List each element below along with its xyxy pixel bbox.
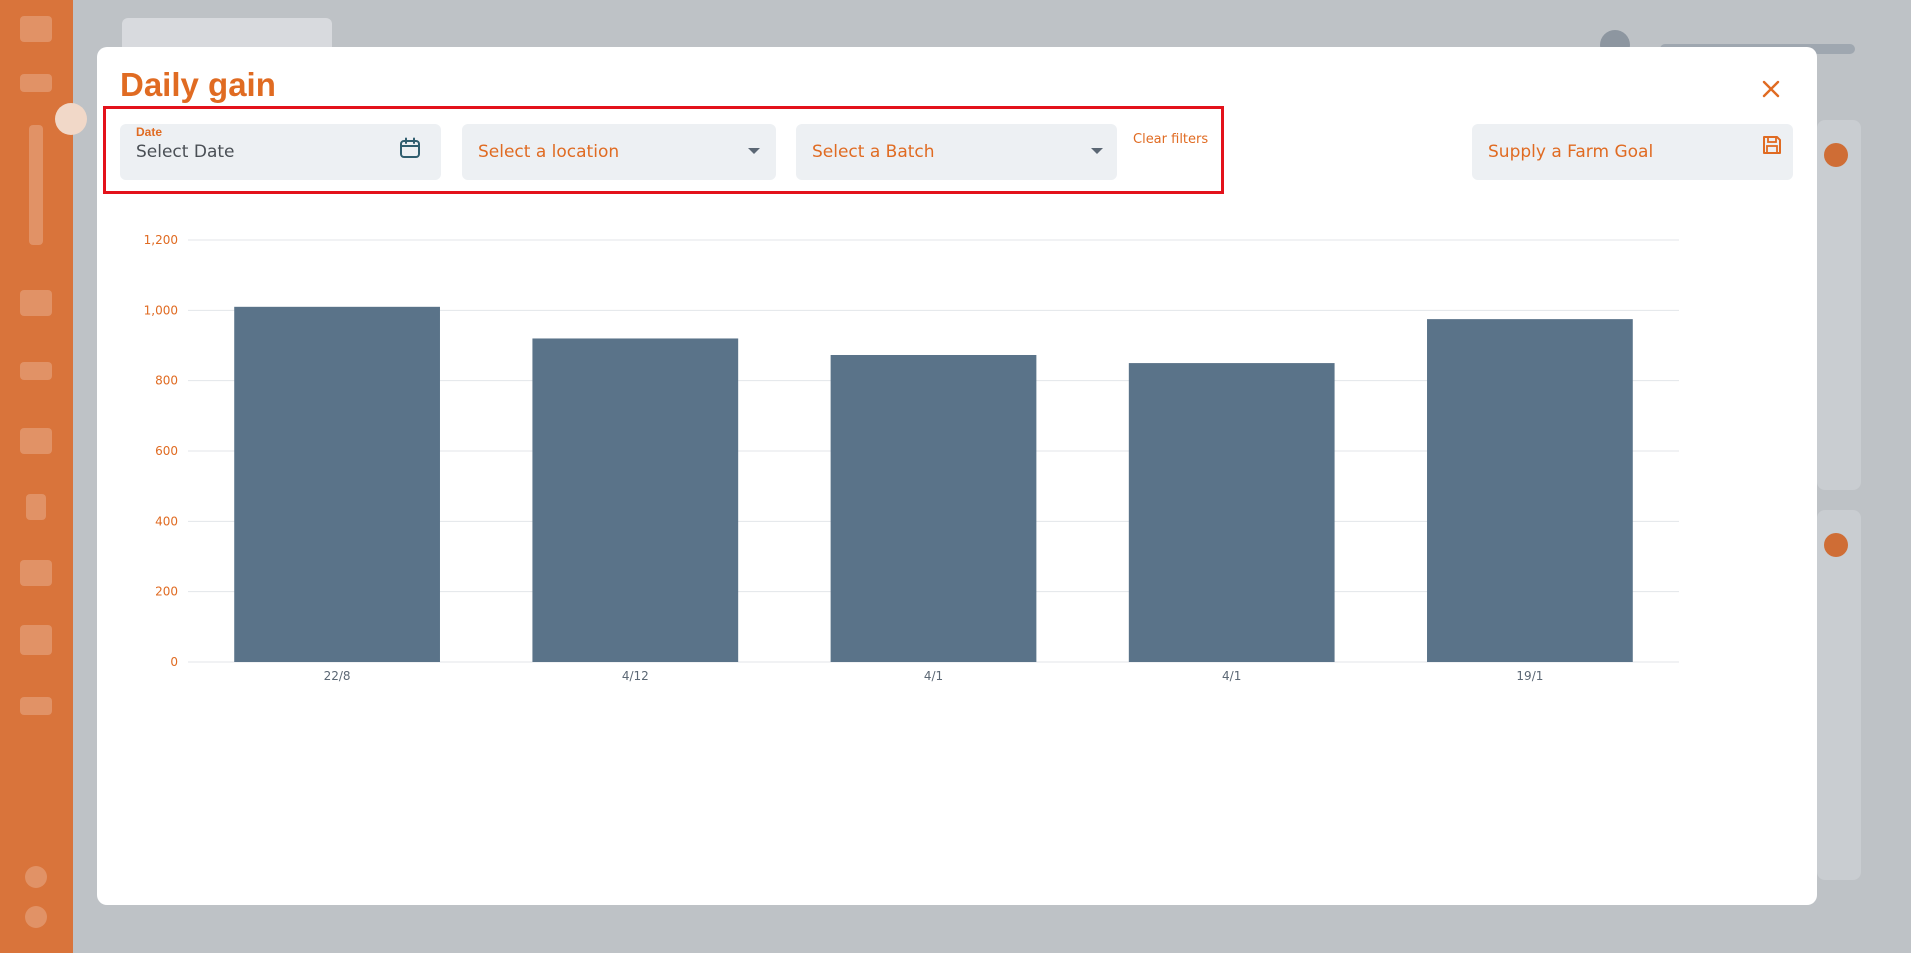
daily-gain-modal: Daily gain Date Select Date Select a loc…: [97, 47, 1817, 905]
background-card-2: [1817, 510, 1861, 880]
y-tick-label: 0: [170, 655, 178, 669]
truck-icon: [20, 697, 52, 715]
bottle-icon: [26, 494, 46, 520]
y-tick-label: 400: [155, 514, 178, 528]
background-badge-1: [1824, 143, 1848, 167]
background-badge-2: [1824, 533, 1848, 557]
x-tick-label: 19/1: [1516, 669, 1543, 683]
dashboard-icon: [29, 125, 43, 245]
animal-icon: [20, 560, 52, 586]
background-card-1: [1817, 120, 1861, 490]
bar: [830, 354, 1037, 662]
tools-icon: [20, 428, 52, 454]
x-tick-label: 4/12: [622, 669, 649, 683]
x-tick-label: 4/1: [924, 669, 943, 683]
bar: [1128, 363, 1335, 662]
help-icon: [25, 866, 47, 888]
side-navigation: [0, 0, 73, 953]
daily-gain-bar-chart: 0 200 400 600 800 1,000 1,200 22/8 4/12 4/1 4/1 19/…: [144, 233, 1679, 683]
bar: [234, 306, 440, 662]
scale-icon: [20, 362, 52, 380]
y-tick-label: 600: [155, 444, 178, 458]
settings-icon: [25, 906, 47, 928]
report-icon: [20, 625, 52, 655]
y-tick-label: 1,000: [144, 303, 178, 317]
bar: [1427, 319, 1633, 662]
bar: [532, 338, 739, 662]
menu-icon: [20, 16, 52, 42]
x-tick-label: 22/8: [324, 669, 351, 683]
collapse-sidebar-toggle: [55, 103, 87, 135]
y-tick-label: 1,200: [144, 233, 178, 247]
y-tick-label: 200: [155, 585, 178, 599]
x-tick-label: 4/1: [1222, 669, 1241, 683]
y-tick-label: 800: [155, 374, 178, 388]
grid-icon: [20, 290, 52, 316]
collapse-icon: [20, 74, 52, 92]
